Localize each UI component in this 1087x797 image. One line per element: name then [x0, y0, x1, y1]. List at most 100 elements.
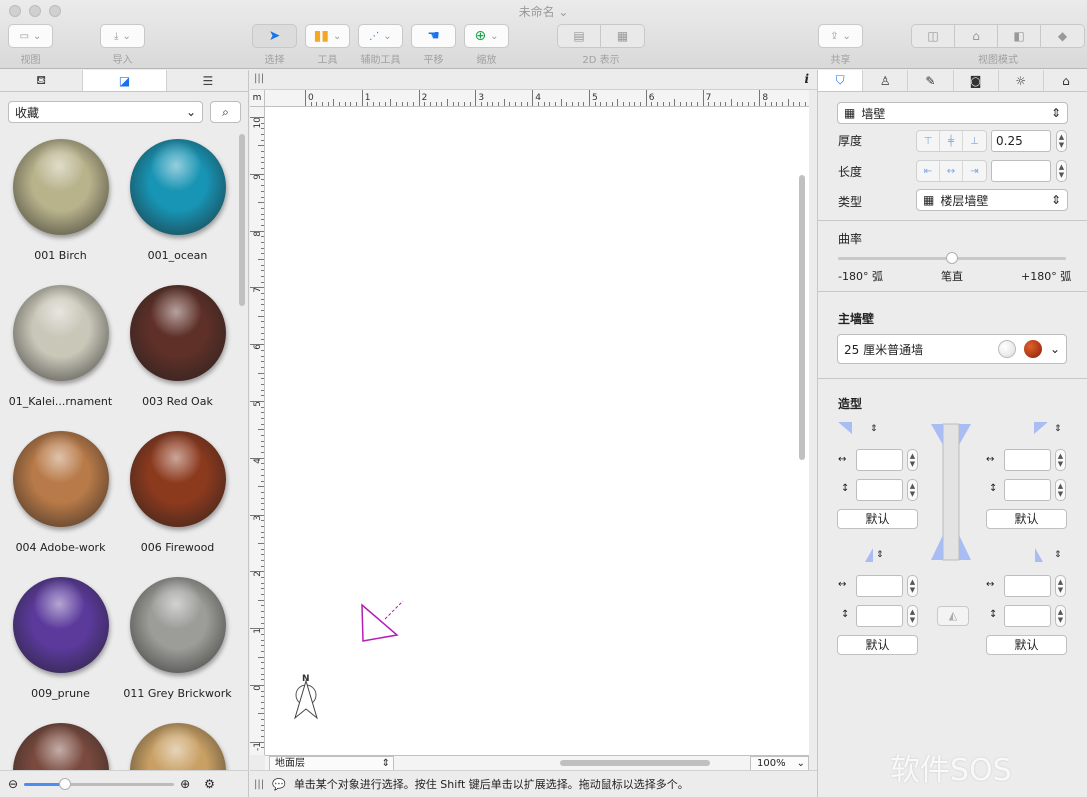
- tab-list[interactable]: ☰: [167, 70, 249, 91]
- wall-type-select[interactable]: ▦ 楼层墙壁 ⇕: [916, 189, 1068, 211]
- ruler-tick: [258, 713, 264, 715]
- top-right-width-input[interactable]: [1004, 449, 1051, 471]
- material-item[interactable]: [119, 723, 236, 770]
- zoom-button[interactable]: ⊕ ⌄: [464, 24, 509, 48]
- viewmode-section-button[interactable]: ◧: [998, 25, 1041, 47]
- curve-min-label: -180° 弧: [838, 270, 883, 283]
- import-button[interactable]: ⤓ ⌄: [100, 24, 145, 48]
- ruler-tick: [261, 168, 264, 170]
- library-footer: ⊖ ⊕ ⚙: [0, 770, 249, 797]
- tab-camera[interactable]: ◙: [954, 70, 999, 91]
- slider-knob[interactable]: [58, 777, 71, 790]
- tab-furniture[interactable]: ⛾: [0, 70, 84, 91]
- bottom-left-width-stepper[interactable]: ▲ ▼: [907, 575, 918, 597]
- select-button[interactable]: ➤: [252, 24, 297, 48]
- curvature-knob[interactable]: [946, 252, 958, 264]
- top-right-height-input[interactable]: [1004, 479, 1051, 501]
- bottom-right-height-stepper[interactable]: ▲ ▼: [1055, 605, 1066, 627]
- viewmode-3d-button[interactable]: ◆: [1041, 25, 1084, 47]
- aux-tools-button[interactable]: ⋰ ⌄: [358, 24, 403, 48]
- bottom-left-default-button[interactable]: 默认: [837, 635, 918, 655]
- search-button[interactable]: ⌕: [210, 101, 241, 123]
- align-left-button[interactable]: ⇤: [917, 161, 940, 181]
- top-left-height-stepper[interactable]: ▲ ▼: [907, 479, 918, 501]
- top-left-width-stepper[interactable]: ▲ ▼: [907, 449, 918, 471]
- material-item[interactable]: 004 Adobe-work: [2, 431, 119, 554]
- top-right-height-stepper[interactable]: ▲ ▼: [1055, 479, 1066, 501]
- plan-2d-button[interactable]: ▤: [558, 25, 601, 47]
- library-scrollbar[interactable]: [239, 134, 245, 306]
- up-down-icon[interactable]: ⇕: [1054, 424, 1062, 434]
- material-item[interactable]: 003 Red Oak: [119, 285, 236, 408]
- material-item[interactable]: 011 Grey Brickwork: [119, 577, 236, 700]
- info-icon[interactable]: i: [804, 72, 809, 86]
- top-right-width-stepper[interactable]: ▲ ▼: [1055, 449, 1066, 471]
- main-wall-select[interactable]: 25 厘米普通墙 ⌄: [837, 334, 1067, 364]
- top-right-default-button[interactable]: 默认: [986, 509, 1067, 529]
- material-item[interactable]: 001_ocean: [119, 139, 236, 262]
- align-center-button[interactable]: ╪: [940, 131, 963, 151]
- tab-object[interactable]: ⛉: [818, 70, 864, 91]
- up-down-icon[interactable]: ⇕: [1054, 550, 1062, 560]
- length-input[interactable]: [991, 160, 1051, 182]
- gear-icon[interactable]: ⚙: [204, 777, 215, 791]
- object-type-select[interactable]: ▦ 墙壁 ⇕: [837, 102, 1068, 124]
- plan-canvas[interactable]: N: [265, 107, 809, 755]
- align-middle-button[interactable]: ↔: [940, 161, 963, 181]
- material-item[interactable]: 001 Birch: [2, 139, 119, 262]
- bottom-right-width-stepper[interactable]: ▲ ▼: [1055, 575, 1066, 597]
- print-view-button[interactable]: ▦: [601, 25, 644, 47]
- ruler-tick: [424, 102, 426, 106]
- align-right-button[interactable]: ⇥: [963, 161, 986, 181]
- align-top-button[interactable]: ⊤: [917, 131, 940, 151]
- ruler-tick: [250, 741, 264, 743]
- ruler-tick: [554, 102, 556, 106]
- drag-handle-icon[interactable]: |||: [254, 73, 264, 84]
- tab-edit[interactable]: ✎: [908, 70, 954, 91]
- material-item[interactable]: 006 Firewood: [119, 431, 236, 554]
- bottom-right-width-input[interactable]: [1004, 575, 1051, 597]
- bottom-left-width-input[interactable]: [856, 575, 903, 597]
- viewmode-plan-button[interactable]: ◫: [912, 25, 955, 47]
- camera-marker[interactable]: [361, 600, 404, 642]
- category-dropdown[interactable]: 收藏 ⌄: [8, 101, 203, 123]
- white-swatch[interactable]: [997, 340, 1016, 358]
- material-item[interactable]: 01_Kalei...rnament: [2, 285, 119, 408]
- bottom-right-default-button[interactable]: 默认: [986, 635, 1067, 655]
- tab-structure[interactable]: ♙: [863, 70, 909, 91]
- canvas-horizontal-scrollbar[interactable]: [560, 760, 710, 766]
- curvature-slider[interactable]: [838, 252, 1066, 264]
- zoom-in-icon[interactable]: ⊕: [180, 777, 190, 791]
- thickness-stepper[interactable]: ▲ ▼: [1056, 130, 1067, 152]
- thumbnail-size-slider[interactable]: [24, 777, 175, 790]
- up-down-icon[interactable]: ⇕: [870, 424, 878, 434]
- zoom-selector[interactable]: 100% ⌄: [750, 756, 809, 771]
- drag-handle-icon[interactable]: |||: [254, 779, 264, 790]
- thickness-input[interactable]: 0.25: [991, 130, 1051, 152]
- tools-button[interactable]: ▮▮ ⌄: [305, 24, 350, 48]
- material-item[interactable]: 009_prune: [2, 577, 119, 700]
- align-bottom-button[interactable]: ⊥: [963, 131, 986, 151]
- up-down-icon[interactable]: ⇕: [876, 550, 884, 560]
- tab-building[interactable]: ⌂: [1044, 70, 1087, 91]
- ruler-tick: [549, 102, 551, 106]
- top-left-height-input[interactable]: [856, 479, 903, 501]
- bottom-left-height-input[interactable]: [856, 605, 903, 627]
- tab-light[interactable]: ☼: [999, 70, 1044, 91]
- red-swatch[interactable]: [1023, 340, 1042, 358]
- top-left-default-button[interactable]: 默认: [837, 509, 918, 529]
- mirror-button[interactable]: ◭: [937, 606, 969, 626]
- canvas-vertical-scrollbar[interactable]: [799, 175, 805, 460]
- bottom-left-height-stepper[interactable]: ▲ ▼: [907, 605, 918, 627]
- material-item[interactable]: [2, 723, 119, 770]
- pan-button[interactable]: ☚: [411, 24, 456, 48]
- zoom-out-icon[interactable]: ⊖: [8, 777, 18, 791]
- view-button[interactable]: ▭ ⌄: [8, 24, 53, 48]
- share-button[interactable]: ⇪ ⌄: [818, 24, 863, 48]
- top-left-width-input[interactable]: [856, 449, 903, 471]
- viewmode-elevation-button[interactable]: ⌂: [955, 25, 998, 47]
- bottom-right-height-input[interactable]: [1004, 605, 1051, 627]
- length-stepper[interactable]: ▲ ▼: [1056, 160, 1067, 182]
- tab-materials[interactable]: ◪: [83, 70, 167, 91]
- layer-selector[interactable]: 地面层 ⇕: [269, 756, 394, 771]
